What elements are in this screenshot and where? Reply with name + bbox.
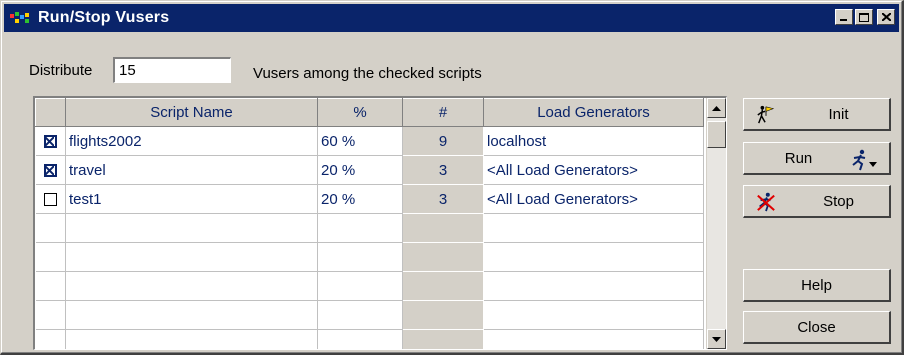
table-row-empty[interactable] xyxy=(35,213,704,243)
scroll-thumb[interactable] xyxy=(707,121,726,148)
checkbox-checked[interactable] xyxy=(43,135,57,149)
run-button[interactable]: Run xyxy=(743,142,891,175)
table-row[interactable]: travel 20 % 3 <All Load Generators> xyxy=(35,155,704,185)
empty-cell[interactable] xyxy=(65,242,318,272)
empty-cell[interactable] xyxy=(402,271,484,301)
empty-cell[interactable] xyxy=(317,329,403,349)
column-header-count[interactable]: # xyxy=(402,98,484,127)
run-button-label: Run xyxy=(784,149,813,167)
row-checkbox-cell[interactable] xyxy=(35,126,66,156)
scripts-grid[interactable]: Script Name % # Load Generators flights2… xyxy=(33,96,727,350)
empty-cell[interactable] xyxy=(35,329,66,349)
empty-cell[interactable] xyxy=(402,329,484,349)
empty-cell[interactable] xyxy=(317,300,403,330)
distribute-suffix-label: Vusers among the checked scripts xyxy=(253,65,482,82)
empty-cell[interactable] xyxy=(35,300,66,330)
empty-cell[interactable] xyxy=(317,242,403,272)
running-man-dropdown-icon xyxy=(849,149,879,171)
script-name-cell[interactable]: travel xyxy=(65,155,318,185)
empty-cell[interactable] xyxy=(402,213,484,243)
table-row-empty[interactable] xyxy=(35,242,704,272)
arrow-up-icon xyxy=(712,105,721,111)
vertical-scrollbar[interactable] xyxy=(706,98,726,349)
stop-runner-icon xyxy=(756,192,776,212)
help-button[interactable]: Help xyxy=(743,269,891,302)
help-button-label: Help xyxy=(801,276,832,294)
empty-cell[interactable] xyxy=(483,329,704,349)
checkbox-checked[interactable] xyxy=(43,164,57,178)
distribute-input[interactable]: 15 xyxy=(113,57,231,83)
count-cell[interactable]: 3 xyxy=(402,155,484,185)
empty-cell[interactable] xyxy=(402,300,484,330)
empty-cell[interactable] xyxy=(317,271,403,301)
count-cell[interactable]: 9 xyxy=(402,126,484,156)
count-cell[interactable]: 3 xyxy=(402,184,484,214)
close-button[interactable]: Close xyxy=(743,311,891,344)
row-checkbox-cell[interactable] xyxy=(35,184,66,214)
scripts-table: Script Name % # Load Generators flights2… xyxy=(35,98,704,349)
distribute-label: Distribute xyxy=(29,62,93,79)
empty-cell[interactable] xyxy=(35,271,66,301)
minimize-button[interactable] xyxy=(835,9,853,25)
empty-cell[interactable] xyxy=(35,242,66,272)
arrow-down-icon xyxy=(712,336,721,342)
close-window-button[interactable] xyxy=(877,9,895,25)
table-row-empty[interactable] xyxy=(35,271,704,301)
stop-button[interactable]: Stop xyxy=(743,185,891,218)
runner-flag-icon xyxy=(756,105,776,125)
scroll-up-button[interactable] xyxy=(707,98,726,118)
column-header-percent[interactable]: % xyxy=(317,98,403,127)
table-row[interactable]: flights2002 60 % 9 localhost xyxy=(35,126,704,156)
empty-cell[interactable] xyxy=(35,213,66,243)
percent-cell[interactable]: 60 % xyxy=(317,126,403,156)
minimize-icon xyxy=(840,19,847,21)
script-name-cell[interactable]: flights2002 xyxy=(65,126,318,156)
close-button-label: Close xyxy=(797,318,836,336)
init-button[interactable]: Init xyxy=(743,98,891,131)
percent-cell[interactable]: 20 % xyxy=(317,155,403,185)
stop-button-label: Stop xyxy=(823,192,854,210)
close-icon xyxy=(881,13,891,21)
load-generators-cell[interactable]: localhost xyxy=(483,126,704,156)
run-stop-vusers-window: Run/Stop Vusers Distribute 15 Vusers amo… xyxy=(0,0,904,355)
load-generators-cell[interactable]: <All Load Generators> xyxy=(483,155,704,185)
script-name-cell[interactable]: test1 xyxy=(65,184,318,214)
empty-cell[interactable] xyxy=(317,213,403,243)
empty-cell[interactable] xyxy=(65,271,318,301)
maximize-button[interactable] xyxy=(855,9,873,25)
column-header-load-generators[interactable]: Load Generators xyxy=(483,98,704,127)
empty-cell[interactable] xyxy=(483,271,704,301)
row-checkbox-cell[interactable] xyxy=(35,155,66,185)
maximize-icon xyxy=(859,12,869,22)
grid-header-row: Script Name % # Load Generators xyxy=(35,98,704,127)
app-logo-icon xyxy=(10,10,32,26)
empty-cell[interactable] xyxy=(483,213,704,243)
window-title: Run/Stop Vusers xyxy=(38,9,170,26)
column-header-check[interactable] xyxy=(35,98,66,127)
percent-cell[interactable]: 20 % xyxy=(317,184,403,214)
empty-cell[interactable] xyxy=(65,329,318,349)
init-button-label: Init xyxy=(828,105,849,123)
empty-cell[interactable] xyxy=(483,242,704,272)
checkbox-unchecked[interactable] xyxy=(43,193,57,207)
empty-cell[interactable] xyxy=(65,213,318,243)
column-header-script-name[interactable]: Script Name xyxy=(65,98,318,127)
table-row-empty[interactable] xyxy=(35,329,704,349)
empty-cell[interactable] xyxy=(483,300,704,330)
empty-cell[interactable] xyxy=(65,300,318,330)
window-controls xyxy=(835,9,895,25)
scroll-down-button[interactable] xyxy=(707,329,726,349)
table-row[interactable]: test1 20 % 3 <All Load Generators> xyxy=(35,184,704,214)
title-bar[interactable]: Run/Stop Vusers xyxy=(4,4,899,32)
empty-cell[interactable] xyxy=(402,242,484,272)
table-row-empty[interactable] xyxy=(35,300,704,330)
load-generators-cell[interactable]: <All Load Generators> xyxy=(483,184,704,214)
